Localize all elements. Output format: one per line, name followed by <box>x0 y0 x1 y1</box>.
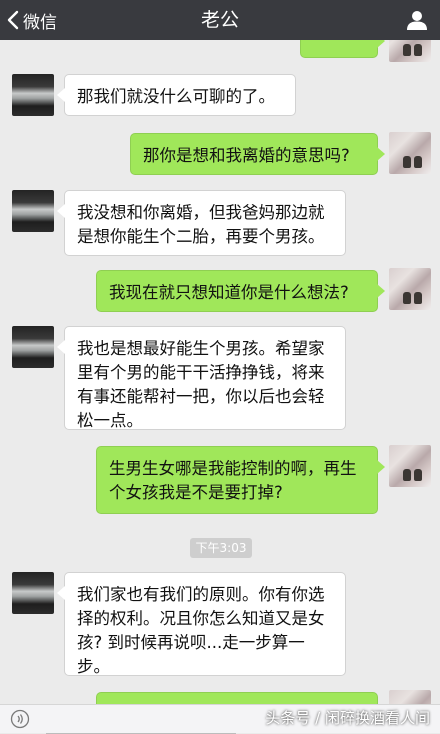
avatar[interactable] <box>12 74 54 116</box>
message-bubble[interactable]: 我没想和你离婚，但我爸妈那边就是想你能生个二胎，再要个男孩。 <box>57 190 346 256</box>
avatar[interactable] <box>12 326 54 368</box>
message-bubble[interactable]: 我们家也有我们的原则。你有你选择的权利。况且你怎么知道又是女孩? 到时候再说呗.… <box>57 572 346 676</box>
top-navigation-bar: 微信 老公 <box>0 0 440 40</box>
message-bubble[interactable]: 那我们就没什么可聊的了。 <box>57 74 296 116</box>
voice-icon[interactable] <box>10 709 30 729</box>
chat-title: 老公 <box>200 9 239 31</box>
message-bubble[interactable] <box>300 40 385 58</box>
message-input[interactable] <box>46 709 236 734</box>
message-bubble[interactable]: 生男生女哪是我能控制的啊，再生个女孩我是不是要打掉? <box>96 446 385 514</box>
avatar[interactable] <box>389 690 431 704</box>
avatar[interactable] <box>12 190 54 232</box>
chat-area[interactable]: 那我们就没什么可聊的了。 那你是想和我离婚的意思吗? 我没想和你离婚，但我爸妈那… <box>0 40 440 704</box>
message-bubble[interactable]: 我也是想最好能生个男孩。希望家里有个男的能干干活挣挣钱，将来有事还能帮衬一把，你… <box>57 326 346 430</box>
avatar[interactable] <box>389 445 431 487</box>
avatar[interactable] <box>12 572 54 614</box>
avatar[interactable] <box>389 268 431 310</box>
timestamp: 下午3:03 <box>190 538 252 558</box>
avatar[interactable] <box>389 132 431 174</box>
message-bubble[interactable]: 那你是想和我离婚的意思吗? <box>130 133 385 175</box>
avatar[interactable] <box>389 40 431 62</box>
message-bubble[interactable]: 我现在就只想知道你是什么想法? <box>96 270 385 312</box>
watermark: 头条号 / 闲碎换酒看人间 <box>265 709 430 727</box>
person-icon[interactable] <box>406 9 428 31</box>
